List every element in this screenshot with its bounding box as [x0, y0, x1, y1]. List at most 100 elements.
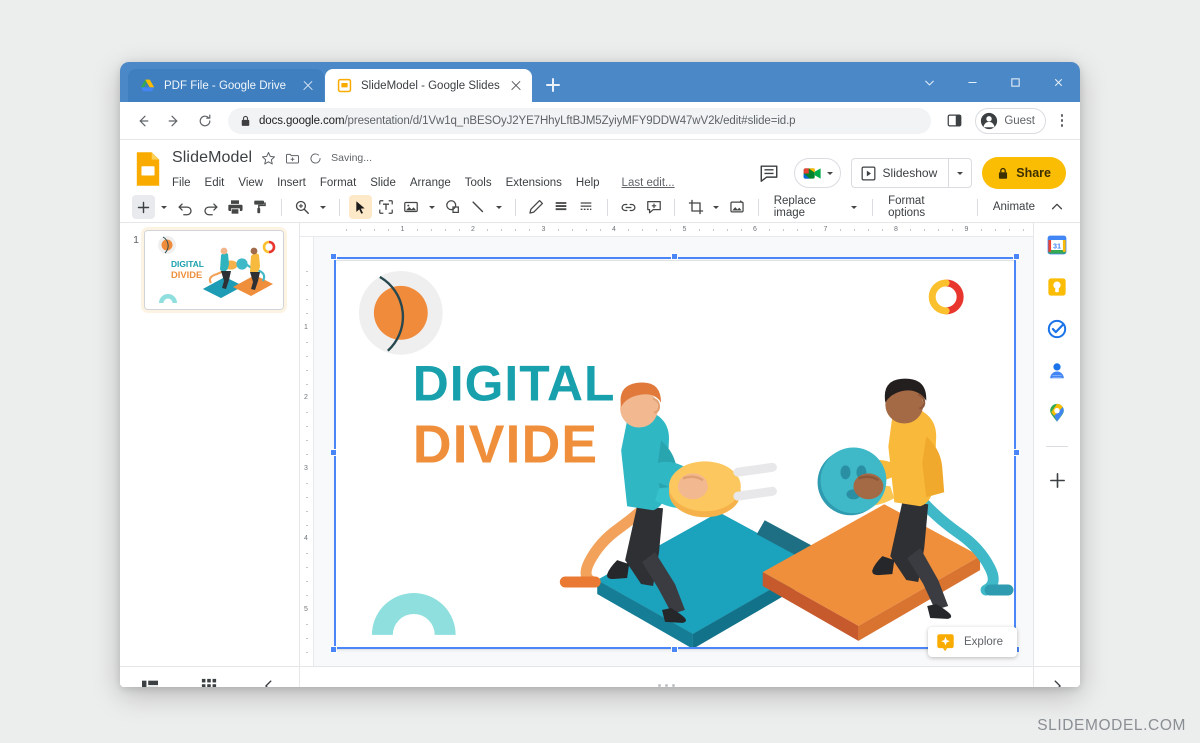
- menu-item-arrange[interactable]: Arrange: [410, 177, 451, 189]
- new-slide-button[interactable]: [132, 195, 156, 219]
- side-panel-icon[interactable]: [940, 107, 968, 135]
- horizontal-ruler[interactable]: 1 2 3 4 5 6 7 8 9: [300, 223, 1033, 237]
- grid-view-button[interactable]: [196, 673, 222, 687]
- line-chevron-down-icon[interactable]: [491, 195, 505, 219]
- google-maps-icon[interactable]: [1046, 402, 1068, 424]
- menu-item-slide[interactable]: Slide: [370, 177, 396, 189]
- chrome-menu-icon[interactable]: [1053, 110, 1071, 132]
- paint-format-button[interactable]: [249, 195, 272, 219]
- new-tab-button[interactable]: [540, 71, 566, 99]
- line-button[interactable]: [466, 195, 489, 219]
- undo-button[interactable]: [174, 195, 197, 219]
- insert-link-button[interactable]: [617, 195, 640, 219]
- menu-item-extensions[interactable]: Extensions: [506, 177, 562, 189]
- maximize-icon[interactable]: [994, 62, 1037, 102]
- minimize-icon[interactable]: [951, 62, 994, 102]
- close-icon[interactable]: [301, 79, 315, 93]
- animate-button[interactable]: Animate: [987, 195, 1041, 219]
- close-icon[interactable]: [1037, 62, 1080, 102]
- ruler-label: 4: [612, 226, 616, 233]
- view-switcher: [120, 667, 300, 687]
- reload-button[interactable]: [191, 107, 219, 135]
- menu-item-insert[interactable]: Insert: [277, 177, 306, 189]
- profile-chip-guest[interactable]: Guest: [975, 107, 1046, 134]
- menu-item-file[interactable]: File: [172, 177, 191, 189]
- replace-image-button[interactable]: Replace image: [768, 195, 863, 219]
- back-button[interactable]: [129, 107, 157, 135]
- print-button[interactable]: [224, 195, 247, 219]
- google-calendar-icon[interactable]: 31: [1046, 234, 1068, 256]
- slideshow-options-chevron-down-icon[interactable]: [949, 159, 971, 187]
- google-slides-logo: [136, 152, 160, 186]
- collapse-filmstrip-chevron-left-icon[interactable]: [256, 673, 282, 687]
- document-title[interactable]: SlideModel: [172, 149, 252, 167]
- resize-handle-top-right[interactable]: [1013, 253, 1020, 260]
- comment-history-button[interactable]: [754, 158, 784, 188]
- move-to-folder-icon[interactable]: [285, 151, 300, 166]
- divider: [1046, 446, 1068, 447]
- shape-button[interactable]: [441, 195, 464, 219]
- google-tasks-icon[interactable]: [1046, 318, 1068, 340]
- forward-button[interactable]: [160, 107, 188, 135]
- share-button[interactable]: Share: [982, 157, 1066, 189]
- google-keep-icon[interactable]: [1046, 276, 1068, 298]
- tab-strip: PDF File - Google Drive SlideModel - Goo…: [120, 62, 1080, 102]
- explore-button[interactable]: Explore: [928, 627, 1017, 657]
- vertical-ruler[interactable]: 1 2 3 4 5: [300, 237, 314, 666]
- redo-button[interactable]: [199, 195, 222, 219]
- menu-item-help[interactable]: Help: [576, 177, 600, 189]
- slideshow-main[interactable]: Slideshow: [852, 159, 949, 187]
- chevron-down-icon[interactable]: [826, 171, 833, 175]
- menu-item-edit[interactable]: Edit: [205, 177, 225, 189]
- resize-handle-top-center[interactable]: [671, 253, 678, 260]
- filmstrip-slide-1[interactable]: 1 DIGITAL DIVIDE: [120, 230, 299, 310]
- meet-button[interactable]: [793, 158, 841, 188]
- select-tool-button[interactable]: [349, 195, 373, 219]
- canvas-area[interactable]: DIGITAL DIVIDE Explore: [314, 237, 1033, 666]
- menu-item-view[interactable]: View: [238, 177, 263, 189]
- ruler-label: 5: [304, 605, 308, 613]
- lock-icon: [999, 167, 1008, 179]
- zoom-chevron-down-icon[interactable]: [316, 195, 330, 219]
- resize-handle-top-left[interactable]: [330, 253, 337, 260]
- menu-item-tools[interactable]: Tools: [465, 177, 492, 189]
- expand-side-panel-button[interactable]: [1033, 667, 1080, 687]
- tab-search-chevron-down-icon[interactable]: [908, 62, 951, 102]
- ruler-minor-tick: [388, 229, 390, 231]
- insert-comment-button[interactable]: [642, 195, 665, 219]
- menu-item-format[interactable]: Format: [320, 177, 356, 189]
- slide-canvas[interactable]: DIGITAL DIVIDE: [335, 260, 1015, 650]
- slide-thumbnail[interactable]: DIGITAL DIVIDE: [144, 230, 284, 310]
- new-slide-chevron-down-icon[interactable]: [157, 195, 171, 219]
- insert-image-chevron-down-icon[interactable]: [425, 195, 439, 219]
- filmstrip-view-button[interactable]: [137, 673, 163, 687]
- crop-chevron-down-icon[interactable]: [709, 195, 723, 219]
- zoom-button[interactable]: [291, 195, 314, 219]
- browser-tab-drive[interactable]: PDF File - Google Drive: [128, 69, 324, 102]
- url-text: docs.google.com/presentation/d/1Vw1q_nBE…: [259, 115, 795, 127]
- collapse-menus-chevron-up-icon[interactable]: [1045, 195, 1068, 219]
- pen-button[interactable]: [525, 195, 548, 219]
- selection-edge-top: [334, 257, 1016, 259]
- mask-image-button[interactable]: [726, 195, 749, 219]
- address-bar[interactable]: docs.google.com/presentation/d/1Vw1q_nBE…: [228, 107, 932, 134]
- slideshow-button[interactable]: Slideshow: [850, 158, 973, 188]
- background-button[interactable]: [550, 195, 573, 219]
- browser-tab-slides[interactable]: SlideModel - Google Slides: [325, 69, 532, 102]
- speaker-notes-drag-handle[interactable]: [300, 684, 1033, 687]
- star-icon[interactable]: [261, 151, 276, 166]
- last-edit-link[interactable]: Last edit...: [622, 177, 675, 189]
- crop-button[interactable]: [684, 195, 707, 219]
- add-addon-icon[interactable]: [1046, 469, 1068, 491]
- ruler-minor-tick: [628, 229, 630, 231]
- ruler-label: 1: [400, 226, 405, 233]
- slideshow-label: Slideshow: [882, 166, 938, 180]
- format-options-button[interactable]: Format options: [882, 195, 968, 219]
- layout-button[interactable]: [575, 195, 598, 219]
- insert-image-button[interactable]: [400, 195, 423, 219]
- close-icon[interactable]: [509, 79, 523, 93]
- google-contacts-icon[interactable]: [1046, 360, 1068, 382]
- text-box-button[interactable]: [374, 195, 397, 219]
- browser-window: PDF File - Google Drive SlideModel - Goo…: [120, 62, 1080, 687]
- ruler-minor-tick: [867, 229, 869, 231]
